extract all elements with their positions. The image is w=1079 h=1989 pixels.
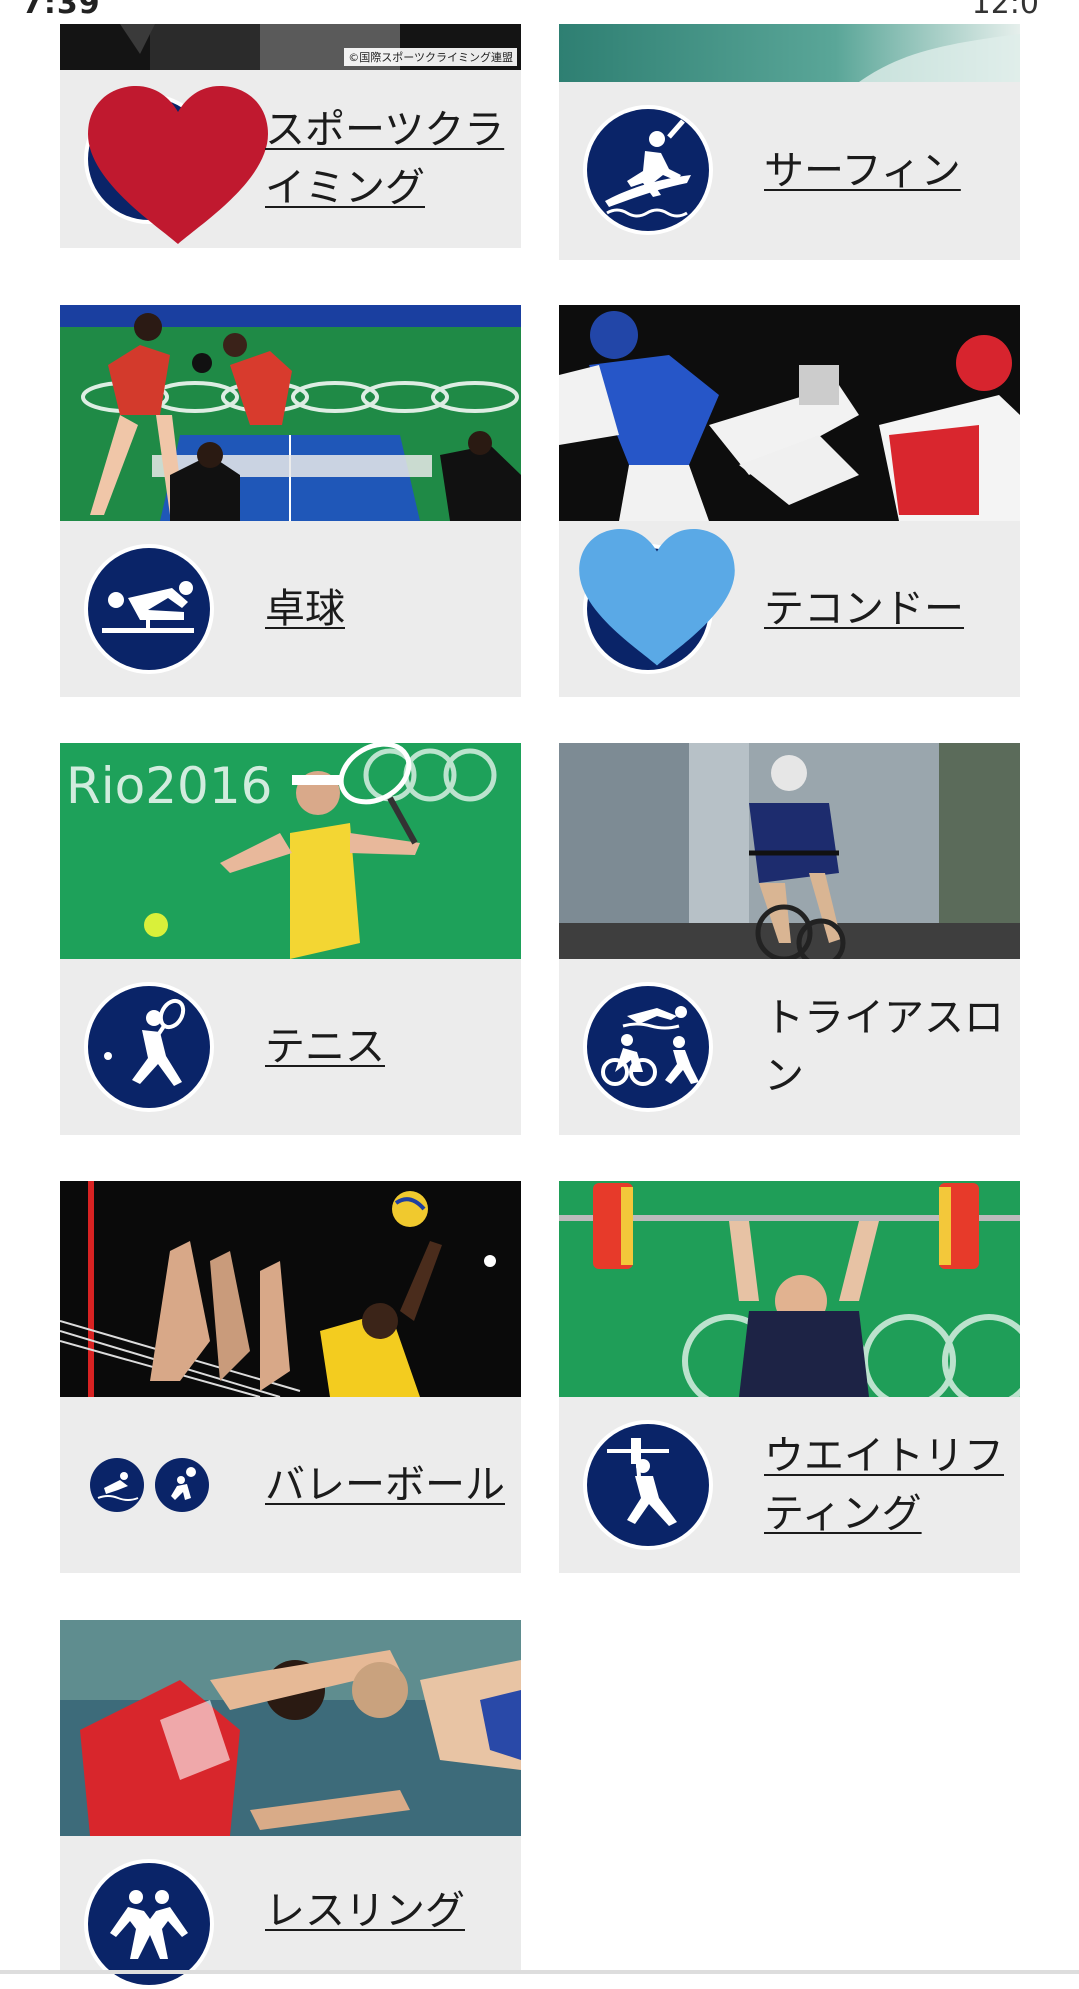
wrestling-footer: レスリング — [60, 1836, 521, 1989]
taekwondo-photo — [559, 305, 1020, 521]
table-tennis-photo — [60, 305, 521, 521]
volleyball-photo — [60, 1181, 521, 1397]
table-tennis-pictogram-icon — [84, 544, 214, 674]
weightlifting-photo — [559, 1181, 1020, 1397]
weightlifting-label-wrap[interactable]: ウエイトリフティング — [764, 1397, 1014, 1573]
sport-link-sport-climbing[interactable]: スポーツクライミング — [265, 101, 515, 217]
sport-climbing-photo: ©国際スポーツクライミング連盟 — [60, 24, 521, 70]
tennis-photo: Rio2016 — [60, 743, 521, 959]
tennis-label-wrap[interactable]: テニス — [265, 959, 515, 1135]
surfing-pictogram-icon — [583, 105, 713, 235]
table-tennis-label-wrap[interactable]: 卓球 — [265, 521, 515, 697]
sport-link-tennis[interactable]: テニス — [265, 1018, 385, 1076]
table-tennis-footer: 卓球 — [60, 521, 521, 697]
tennis-footer: テニス — [60, 959, 521, 1135]
wrestling-label-wrap[interactable]: レスリング — [265, 1836, 515, 1970]
sport-climbing-footer: スポーツクライミング — [60, 70, 521, 248]
status-time: 7:39 — [22, 0, 101, 21]
surfing-label-wrap[interactable]: サーフィン — [764, 82, 1014, 260]
tennis-pictogram-icon — [84, 982, 214, 1112]
sport-climbing-label-wrap[interactable]: スポーツクライミング — [265, 70, 515, 248]
sport-link-volleyball[interactable]: バレーボール — [265, 1456, 505, 1514]
sport-link-table-tennis[interactable]: 卓球 — [265, 580, 345, 638]
sport-card-wrestling[interactable]: レスリング — [60, 1620, 521, 1989]
sport-card-volleyball[interactable]: バレーボール — [60, 1181, 521, 1573]
volleyball-pictogram-icon — [155, 1458, 209, 1512]
triathlon-photo — [559, 743, 1020, 959]
triathlon-footer: トライアスロン — [559, 959, 1020, 1135]
triathlon-pictogram-icon — [583, 982, 713, 1112]
sport-link-taekwondo[interactable]: テコンドー — [764, 580, 964, 638]
sport-card-tennis[interactable]: Rio2016 テニス — [60, 743, 521, 1135]
volleyball-label-wrap[interactable]: バレーボール — [265, 1397, 515, 1573]
sport-card-table-tennis[interactable]: 卓球 — [60, 305, 521, 697]
heart-icon[interactable] — [88, 86, 268, 248]
taekwondo-label-wrap[interactable]: テコンドー — [764, 521, 1014, 697]
weightlifting-pictogram-icon — [583, 1420, 713, 1550]
sport-card-sport-climbing[interactable]: ©国際スポーツクライミング連盟 スポーツクライミング — [60, 24, 521, 248]
beach-volleyball-pictogram-icon — [90, 1458, 144, 1512]
surfing-photo — [559, 24, 1020, 82]
status-battery-text: 12:0 — [971, 0, 1039, 21]
sport-card-weightlifting[interactable]: ウエイトリフティング — [559, 1181, 1020, 1573]
bottom-divider — [0, 1970, 1079, 1974]
sport-label-triathlon: トライアスロン — [764, 995, 1004, 1099]
surfing-footer: サーフィン — [559, 82, 1020, 260]
volleyball-footer: バレーボール — [60, 1397, 521, 1573]
sport-link-surfing[interactable]: サーフィン — [764, 142, 961, 200]
sport-link-weightlifting[interactable]: ウエイトリフティング — [764, 1427, 1014, 1543]
taekwondo-footer: テコンドー — [559, 521, 1020, 697]
sport-card-taekwondo[interactable]: テコンドー — [559, 305, 1020, 697]
sport-card-triathlon[interactable]: トライアスロン — [559, 743, 1020, 1135]
heart-icon[interactable] — [579, 529, 735, 669]
wrestling-photo — [60, 1620, 521, 1836]
weightlifting-footer: ウエイトリフティング — [559, 1397, 1020, 1573]
sport-card-surfing[interactable]: サーフィン — [559, 24, 1020, 260]
photo-credit: ©国際スポーツクライミング連盟 — [344, 48, 517, 66]
svg-text:Rio2016: Rio2016 — [66, 757, 272, 815]
sport-link-wrestling[interactable]: レスリング — [265, 1882, 465, 1940]
triathlon-label-wrap: トライアスロン — [764, 959, 1014, 1135]
status-bar: 7:39 12:0 — [0, 0, 1079, 24]
